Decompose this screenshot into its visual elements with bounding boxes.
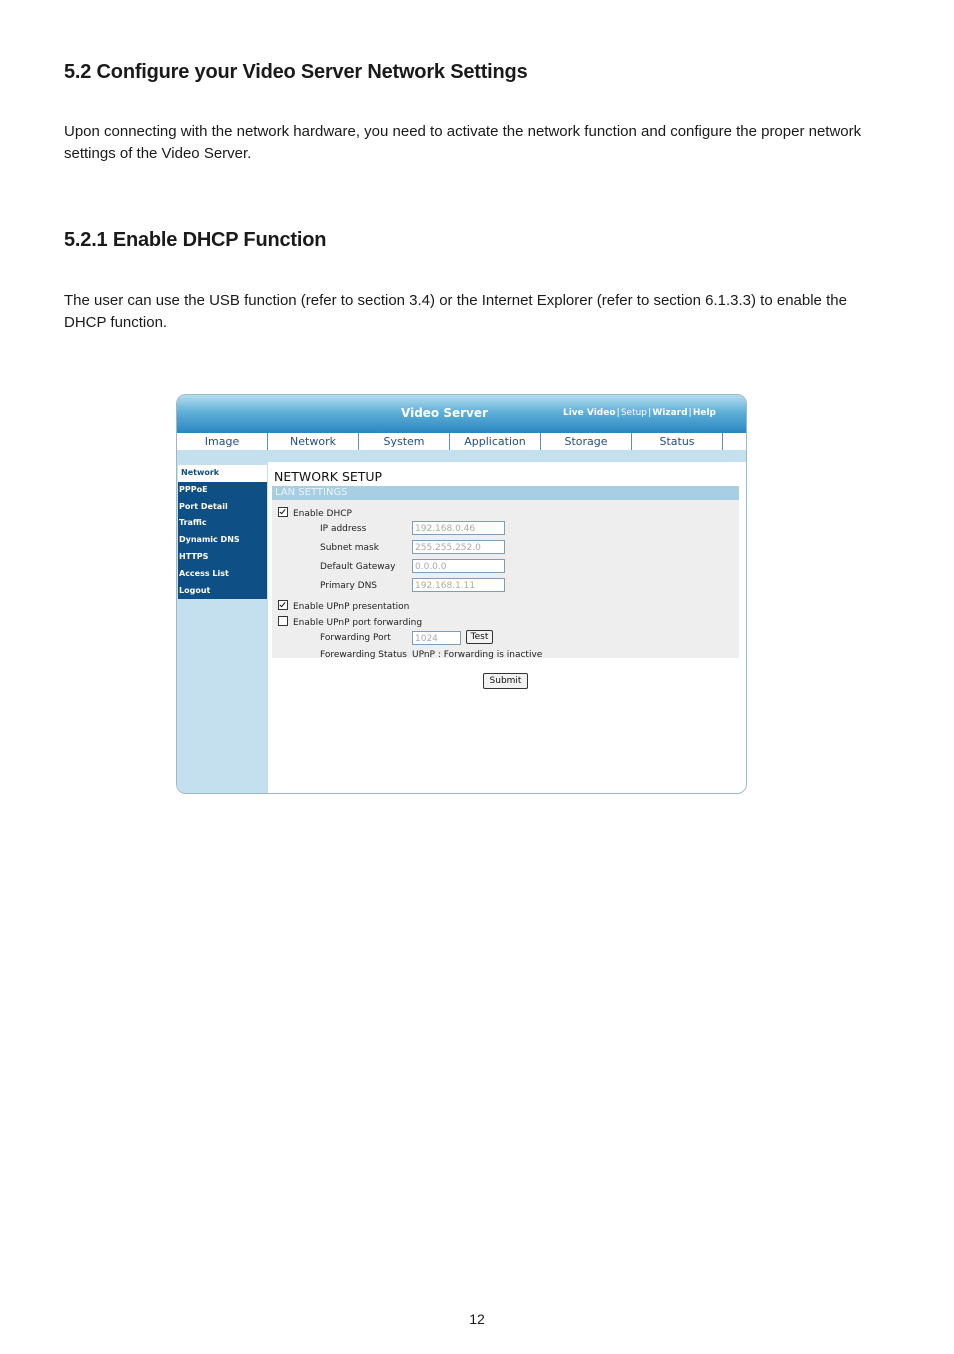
setup-link[interactable]: Setup xyxy=(621,408,647,418)
enable-upnp-forwarding-label: Enable UPnP port forwarding xyxy=(293,618,423,628)
enable-upnp-forwarding-row[interactable]: Enable UPnP port forwarding xyxy=(278,616,422,628)
primary-dns-input[interactable]: 192.168.1.11 xyxy=(412,578,505,592)
lan-settings-panel: Enable DHCP IP address 192.168.0.46 Subn… xyxy=(272,500,739,660)
tab-network[interactable]: Network xyxy=(268,433,359,450)
enable-dhcp-row[interactable]: Enable DHCP xyxy=(278,507,352,519)
subnet-mask-input[interactable]: 255.255.252.0 xyxy=(412,540,505,554)
enable-upnp-label: Enable UPnP presentation xyxy=(293,602,410,612)
top-links: Live Video|Setup|Wizard|Help xyxy=(562,408,716,418)
sidebar: Network PPPoE Port Detail Traffic Dynami… xyxy=(177,462,268,793)
tab-status[interactable]: Status xyxy=(632,433,723,450)
help-link[interactable]: Help xyxy=(693,408,716,418)
section-5-2-1-paragraph: The user can use the USB function (refer… xyxy=(64,292,847,331)
sidebar-item-port-detail[interactable]: Port Detail xyxy=(178,499,267,516)
submit-button[interactable]: Submit xyxy=(483,673,528,689)
video-server-screenshot: Video Server Live Video|Setup|Wizard|Hel… xyxy=(176,394,747,794)
header-bar: Video Server Live Video|Setup|Wizard|Hel… xyxy=(177,395,746,433)
sidebar-menu: Network PPPoE Port Detail Traffic Dynami… xyxy=(178,465,267,600)
tab-application[interactable]: Application xyxy=(450,433,541,450)
wizard-link[interactable]: Wizard xyxy=(652,408,687,418)
lan-settings-header: LAN SETTINGS xyxy=(272,486,739,500)
sidebar-item-logout[interactable]: Logout xyxy=(178,583,267,600)
subnet-mask-label: Subnet mask xyxy=(320,543,379,553)
enable-dhcp-label: Enable DHCP xyxy=(293,509,352,519)
tab-image[interactable]: Image xyxy=(177,433,268,450)
sidebar-item-network[interactable]: Network xyxy=(178,465,267,482)
main-tabs: Image Network System Application Storage… xyxy=(177,433,746,451)
default-gateway-label: Default Gateway xyxy=(320,562,396,572)
section-5-2-paragraph: Upon connecting with the network hardwar… xyxy=(64,123,862,162)
sidebar-item-pppoe[interactable]: PPPoE xyxy=(178,482,267,499)
live-video-link[interactable]: Live Video xyxy=(563,408,616,418)
sub-bar xyxy=(177,450,746,462)
enable-upnp-row[interactable]: Enable UPnP presentation xyxy=(278,600,409,612)
tab-storage[interactable]: Storage xyxy=(541,433,632,450)
sidebar-item-dynamic-dns[interactable]: Dynamic DNS xyxy=(178,532,267,549)
enable-dhcp-checkbox[interactable] xyxy=(278,507,288,517)
enable-upnp-forwarding-checkbox[interactable] xyxy=(278,616,288,626)
enable-upnp-checkbox[interactable] xyxy=(278,600,288,610)
forwarding-status-label: Forewarding Status xyxy=(320,650,407,660)
section-heading-5-2: 5.2 Configure your Video Server Network … xyxy=(64,61,528,83)
forwarding-port-label: Forwarding Port xyxy=(320,633,391,643)
forwarding-port-input[interactable]: 1024 xyxy=(412,631,461,645)
page-number: 12 xyxy=(469,1311,485,1327)
primary-dns-label: Primary DNS xyxy=(320,581,378,591)
brand-title: Video Server xyxy=(401,406,488,420)
ip-address-input[interactable]: 192.168.0.46 xyxy=(412,521,505,535)
main-panel: NETWORK SETUP LAN SETTINGS Enable DHCP I… xyxy=(268,462,746,793)
test-button[interactable]: Test xyxy=(466,630,493,644)
tab-system[interactable]: System xyxy=(359,433,450,450)
page-title: NETWORK SETUP xyxy=(274,469,383,484)
sidebar-item-traffic[interactable]: Traffic xyxy=(178,515,267,532)
ip-address-label: IP address xyxy=(320,524,367,534)
sidebar-item-access-list[interactable]: Access List xyxy=(178,566,267,583)
forwarding-status-value: UPnP : Forwarding is inactive xyxy=(412,650,543,660)
sidebar-item-https[interactable]: HTTPS xyxy=(178,549,267,566)
default-gateway-input[interactable]: 0.0.0.0 xyxy=(412,559,505,573)
section-heading-5-2-1: 5.2.1 Enable DHCP Function xyxy=(64,229,327,251)
